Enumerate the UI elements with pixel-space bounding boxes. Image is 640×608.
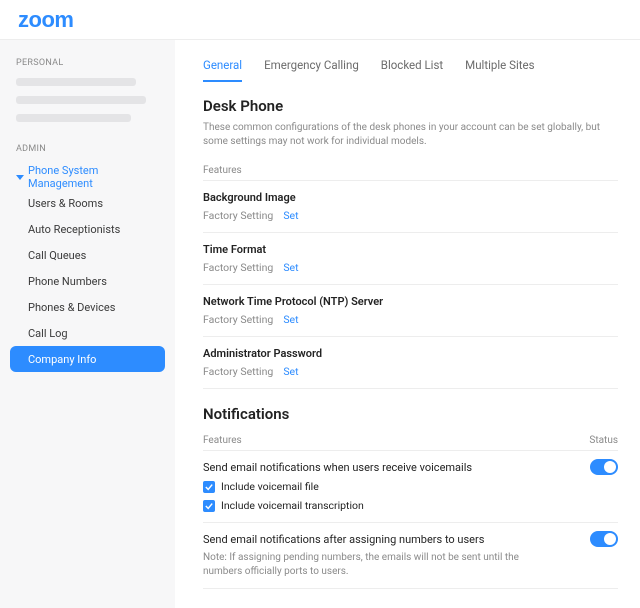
- tabs: General Emergency Calling Blocked List M…: [203, 58, 618, 83]
- sidebar: PERSONAL ADMIN Phone System Management U…: [0, 40, 175, 608]
- sidebar-parent-phone-system[interactable]: Phone System Management: [10, 164, 165, 190]
- setting-status: Factory Setting: [203, 365, 273, 378]
- checkbox-include-voicemail-transcription[interactable]: [203, 500, 215, 512]
- check-icon: [205, 483, 213, 491]
- sidebar-placeholder: [16, 114, 131, 122]
- setting-status: Factory Setting: [203, 261, 273, 274]
- notifications-columns: Features Status: [203, 429, 618, 451]
- toggle-assign-number-notifications[interactable]: [590, 531, 618, 547]
- set-link[interactable]: Set: [283, 365, 298, 378]
- setting-voicemail-notifications: Send email notifications when users rece…: [203, 451, 618, 523]
- tab-emergency-calling[interactable]: Emergency Calling: [264, 58, 359, 82]
- sidebar-heading-personal: PERSONAL: [16, 58, 165, 68]
- desk-phone-desc: These common configurations of the desk …: [203, 121, 618, 149]
- column-status: Status: [589, 435, 618, 446]
- section-title-notifications: Notifications: [203, 405, 618, 423]
- sidebar-item-company-info[interactable]: Company Info: [10, 346, 165, 372]
- setting-title: Network Time Protocol (NTP) Server: [203, 295, 618, 308]
- checkbox-include-voicemail-file[interactable]: [203, 481, 215, 493]
- setting-assign-number-notifications: Send email notifications after assigning…: [203, 523, 618, 589]
- setting-background-image: Background Image Factory Setting Set: [203, 181, 618, 233]
- sidebar-heading-admin: ADMIN: [16, 144, 165, 154]
- setting-title: Send email notifications when users rece…: [203, 461, 618, 474]
- sidebar-item-users-rooms[interactable]: Users & Rooms: [10, 190, 165, 216]
- sidebar-item-call-log[interactable]: Call Log: [10, 320, 165, 346]
- setting-ntp-server: Network Time Protocol (NTP) Server Facto…: [203, 285, 618, 337]
- setting-note: Note: If assigning pending numbers, the …: [203, 551, 533, 578]
- checkbox-label: Include voicemail file: [221, 480, 319, 493]
- setting-status: Factory Setting: [203, 209, 273, 222]
- section-title-desk-phone: Desk Phone: [203, 97, 618, 115]
- sidebar-item-phone-numbers[interactable]: Phone Numbers: [10, 268, 165, 294]
- sidebar-placeholder: [16, 96, 146, 104]
- setting-admin-password: Administrator Password Factory Setting S…: [203, 337, 618, 389]
- checkbox-label: Include voicemail transcription: [221, 499, 364, 512]
- sidebar-item-auto-receptionists[interactable]: Auto Receptionists: [10, 216, 165, 242]
- top-bar: zoom: [0, 0, 640, 40]
- column-features: Features: [203, 165, 242, 176]
- zoom-logo: zoom: [18, 7, 73, 33]
- column-features: Features: [203, 435, 242, 446]
- chevron-down-icon: [16, 175, 24, 180]
- desk-phone-columns: Features: [203, 159, 618, 181]
- setting-title: Time Format: [203, 243, 618, 256]
- main-content: General Emergency Calling Blocked List M…: [175, 40, 640, 608]
- check-icon: [205, 502, 213, 510]
- setting-time-format: Time Format Factory Setting Set: [203, 233, 618, 285]
- set-link[interactable]: Set: [283, 313, 298, 326]
- tab-blocked-list[interactable]: Blocked List: [381, 58, 443, 82]
- tab-multiple-sites[interactable]: Multiple Sites: [465, 58, 534, 82]
- tab-general[interactable]: General: [203, 58, 242, 82]
- set-link[interactable]: Set: [283, 261, 298, 274]
- setting-title: Send email notifications after assigning…: [203, 533, 618, 546]
- sidebar-parent-label: Phone System Management: [28, 164, 157, 190]
- set-link[interactable]: Set: [283, 209, 298, 222]
- sidebar-item-call-queues[interactable]: Call Queues: [10, 242, 165, 268]
- sidebar-placeholder: [16, 78, 136, 86]
- setting-title: Background Image: [203, 191, 618, 204]
- toggle-voicemail-notifications[interactable]: [590, 459, 618, 475]
- setting-status: Factory Setting: [203, 313, 273, 326]
- setting-title: Administrator Password: [203, 347, 618, 360]
- sidebar-item-phones-devices[interactable]: Phones & Devices: [10, 294, 165, 320]
